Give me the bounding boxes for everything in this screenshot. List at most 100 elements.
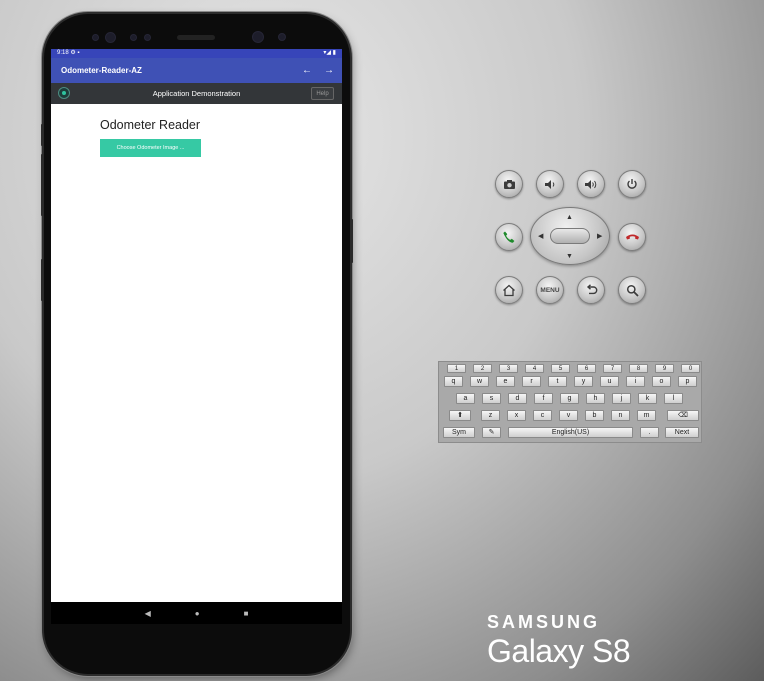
app-title: Odometer-Reader-AZ	[61, 66, 142, 75]
letter-key[interactable]: q	[444, 376, 463, 387]
menu-button[interactable]: MENU	[536, 276, 564, 304]
end-call-icon	[625, 234, 639, 240]
letter-key[interactable]: a	[456, 393, 475, 404]
phone-frame: 9:18 ⚙ ▪ ▾◢ ▮ Odometer-Reader-AZ ← → App…	[41, 14, 353, 674]
power-button[interactable]	[618, 170, 646, 198]
letter-key[interactable]: z	[481, 410, 500, 421]
dpad-up-icon[interactable]: ▲	[566, 214, 573, 221]
letter-key[interactable]: l	[664, 393, 683, 404]
status-icons: ⚙ ▪	[70, 50, 80, 56]
letter-key[interactable]: y	[574, 376, 593, 387]
power-icon	[627, 179, 637, 189]
nav-recents-icon[interactable]: ■	[244, 609, 249, 618]
letter-key[interactable]: w	[470, 376, 489, 387]
space-key[interactable]: English(US)	[508, 427, 633, 438]
help-button[interactable]: Help	[311, 87, 334, 100]
choose-odometer-image-button[interactable]: Choose Odometer Image ...	[100, 139, 201, 157]
letter-key[interactable]: f	[534, 393, 553, 404]
home-icon	[503, 284, 515, 296]
letter-key[interactable]: j	[612, 393, 631, 404]
number-key[interactable]: 2	[473, 364, 492, 373]
number-key[interactable]: 6	[577, 364, 596, 373]
letter-key[interactable]: u	[600, 376, 619, 387]
letter-key[interactable]: c	[533, 410, 552, 421]
status-time: 9:18	[57, 50, 69, 56]
letter-key[interactable]: n	[611, 410, 630, 421]
end-call-button[interactable]	[618, 223, 646, 251]
letter-key[interactable]: e	[496, 376, 515, 387]
phone-screen: 9:18 ⚙ ▪ ▾◢ ▮ Odometer-Reader-AZ ← → App…	[51, 49, 342, 624]
volume-rocker	[41, 154, 44, 216]
call-button[interactable]	[495, 223, 523, 251]
search-icon	[626, 284, 639, 297]
number-key[interactable]: 4	[525, 364, 544, 373]
toolbar-title: Application Demonstration	[152, 89, 241, 98]
demo-toolbar: Application Demonstration Help	[51, 83, 342, 104]
letter-key[interactable]: i	[626, 376, 645, 387]
dpad-down-icon[interactable]: ▼	[566, 253, 573, 260]
handwriting-icon[interactable]: ✎	[482, 427, 501, 438]
number-key[interactable]: 5	[551, 364, 570, 373]
number-key[interactable]: 3	[499, 364, 518, 373]
letter-key[interactable]: h	[586, 393, 605, 404]
sensor-icon	[278, 33, 286, 41]
sensor-icon	[144, 34, 151, 41]
dpad-center-button[interactable]	[550, 228, 590, 244]
nav-bar: ◀ ● ■	[51, 602, 342, 624]
number-key[interactable]: 8	[629, 364, 648, 373]
phone-top-bezel	[44, 14, 350, 50]
volume-down-button[interactable]	[536, 170, 564, 198]
next-key[interactable]: Next	[665, 427, 699, 438]
sensor-icon	[130, 34, 137, 41]
earpiece-speaker	[177, 35, 215, 40]
sensor-icon	[92, 34, 99, 41]
bixby-button	[41, 259, 44, 301]
letter-key[interactable]: k	[638, 393, 657, 404]
volume-up-button[interactable]	[577, 170, 605, 198]
dpad-left-icon[interactable]: ◀	[538, 233, 543, 240]
number-key[interactable]: 1	[447, 364, 466, 373]
letter-key[interactable]: v	[559, 410, 578, 421]
letter-key[interactable]: r	[522, 376, 541, 387]
virtual-keyboard: 1 2 3 4 5 6 7 8 9 0 q w e r t y u i o p a s d f g h j k l ⬆ z x c v b n m ⌫ Sy…	[438, 361, 702, 443]
signal-battery-icon: ▾◢ ▮	[323, 50, 336, 56]
search-button[interactable]	[618, 276, 646, 304]
letter-key[interactable]: m	[637, 410, 656, 421]
power-side-button	[350, 219, 353, 263]
back-arrow-icon[interactable]: ←	[302, 65, 312, 76]
main-content: Odometer Reader Choose Odometer Image ..…	[51, 104, 342, 157]
dpad[interactable]: ▲ ▼ ◀ ▶	[530, 207, 610, 265]
volume-down-icon	[544, 179, 554, 189]
letter-key[interactable]: p	[678, 376, 697, 387]
number-key[interactable]: 0	[681, 364, 700, 373]
letter-key[interactable]: o	[652, 376, 671, 387]
camera-icon	[503, 179, 515, 189]
call-icon	[503, 231, 515, 243]
sym-key[interactable]: Sym	[443, 427, 475, 438]
period-key[interactable]: .	[640, 427, 659, 438]
nav-back-icon[interactable]: ◀	[145, 609, 151, 618]
iris-scanner-icon	[105, 32, 116, 43]
camera-button[interactable]	[495, 170, 523, 198]
letter-key[interactable]: s	[482, 393, 501, 404]
letter-key[interactable]: b	[585, 410, 604, 421]
forward-arrow-icon[interactable]: →	[324, 65, 334, 76]
shift-key[interactable]: ⬆	[449, 410, 471, 421]
letter-key[interactable]: t	[548, 376, 567, 387]
app-logo-icon	[58, 87, 70, 99]
letter-key[interactable]: x	[507, 410, 526, 421]
letter-key[interactable]: g	[560, 393, 579, 404]
number-key[interactable]: 9	[655, 364, 674, 373]
number-key[interactable]: 7	[603, 364, 622, 373]
dpad-right-icon[interactable]: ▶	[597, 233, 602, 240]
app-bar: Odometer-Reader-AZ ← →	[51, 58, 342, 83]
model-name: Galaxy S8	[487, 633, 631, 669]
delete-key[interactable]: ⌫	[667, 410, 699, 421]
phone-side-button	[41, 124, 44, 146]
front-camera-icon	[252, 31, 264, 43]
brand-logo: SAMSUNG	[487, 612, 601, 632]
home-button[interactable]	[495, 276, 523, 304]
back-button[interactable]	[577, 276, 605, 304]
letter-key[interactable]: d	[508, 393, 527, 404]
nav-home-icon[interactable]: ●	[195, 609, 200, 618]
